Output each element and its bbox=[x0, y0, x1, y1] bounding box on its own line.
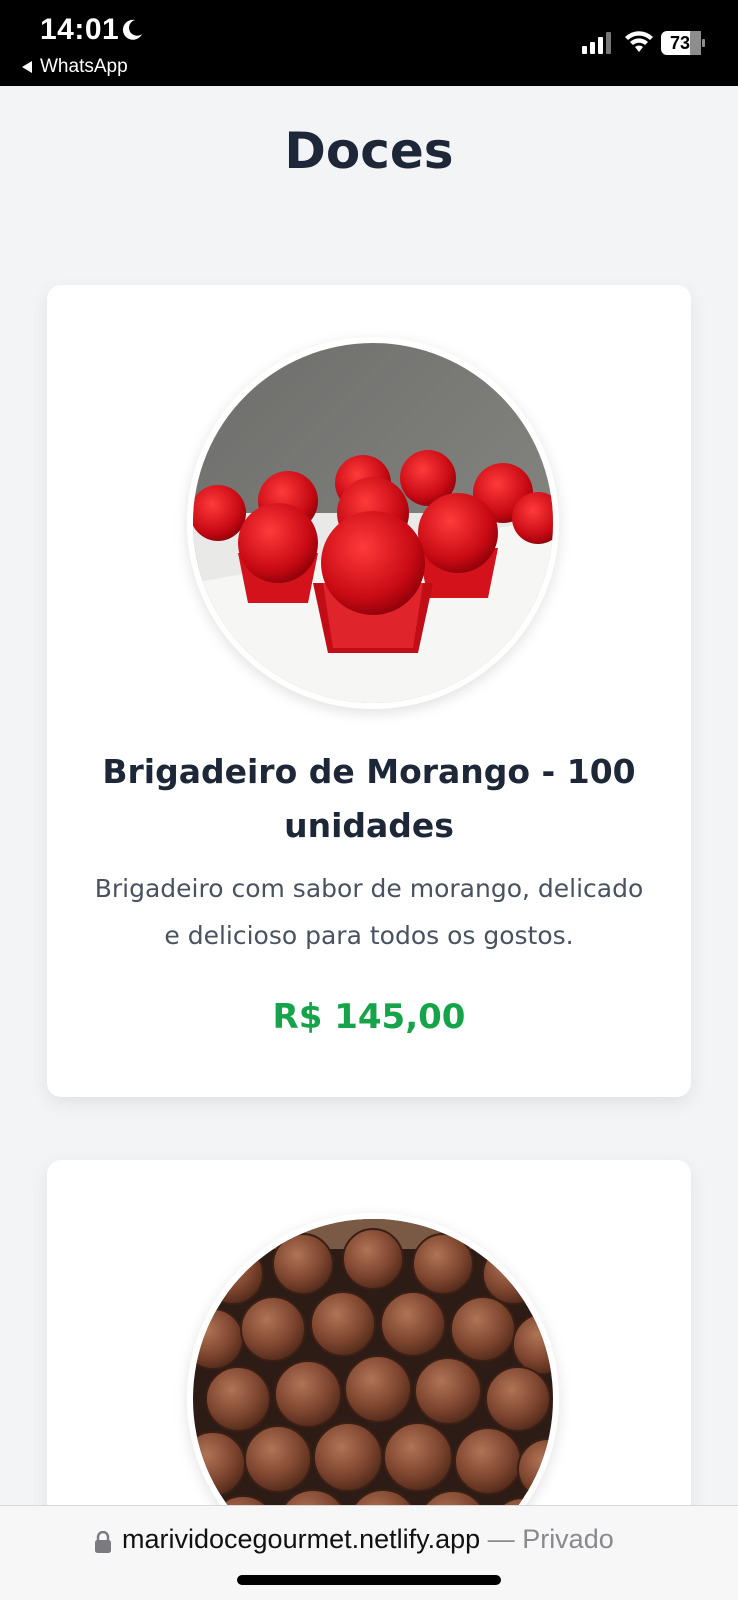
back-arrow-icon bbox=[22, 61, 32, 73]
home-indicator[interactable] bbox=[237, 1575, 501, 1585]
private-mode-label: Privado bbox=[522, 1524, 614, 1554]
status-bar: 14:01 WhatsApp 73 bbox=[0, 0, 738, 86]
product-price: R$ 145,00 bbox=[272, 997, 466, 1037]
moon-icon bbox=[122, 19, 142, 40]
product-name: Brigadeiro de Morango - 100 unidades bbox=[102, 752, 636, 845]
status-time: 14:01 bbox=[40, 13, 120, 46]
wifi-icon bbox=[625, 31, 653, 52]
back-to-app-link[interactable]: WhatsApp bbox=[22, 56, 128, 78]
battery-level: 73 bbox=[669, 33, 691, 53]
product-card[interactable]: Brigadeiro de Morango - 100 unidades Bri… bbox=[47, 285, 691, 1097]
product-description: Brigadeiro com sabor de morango, delicad… bbox=[94, 874, 644, 950]
signal-icon bbox=[582, 32, 611, 54]
url-separator: — bbox=[480, 1524, 523, 1554]
lock-icon bbox=[95, 1531, 111, 1553]
url-domain: marividocegourmet.netlify.app bbox=[122, 1524, 481, 1554]
product-image-strawberry-brigadeiro bbox=[187, 337, 559, 709]
url-display[interactable]: marividocegourmet.netlify.app — Privado bbox=[122, 1524, 614, 1555]
back-app-label: WhatsApp bbox=[40, 56, 128, 77]
page-title: Doces bbox=[284, 122, 454, 180]
